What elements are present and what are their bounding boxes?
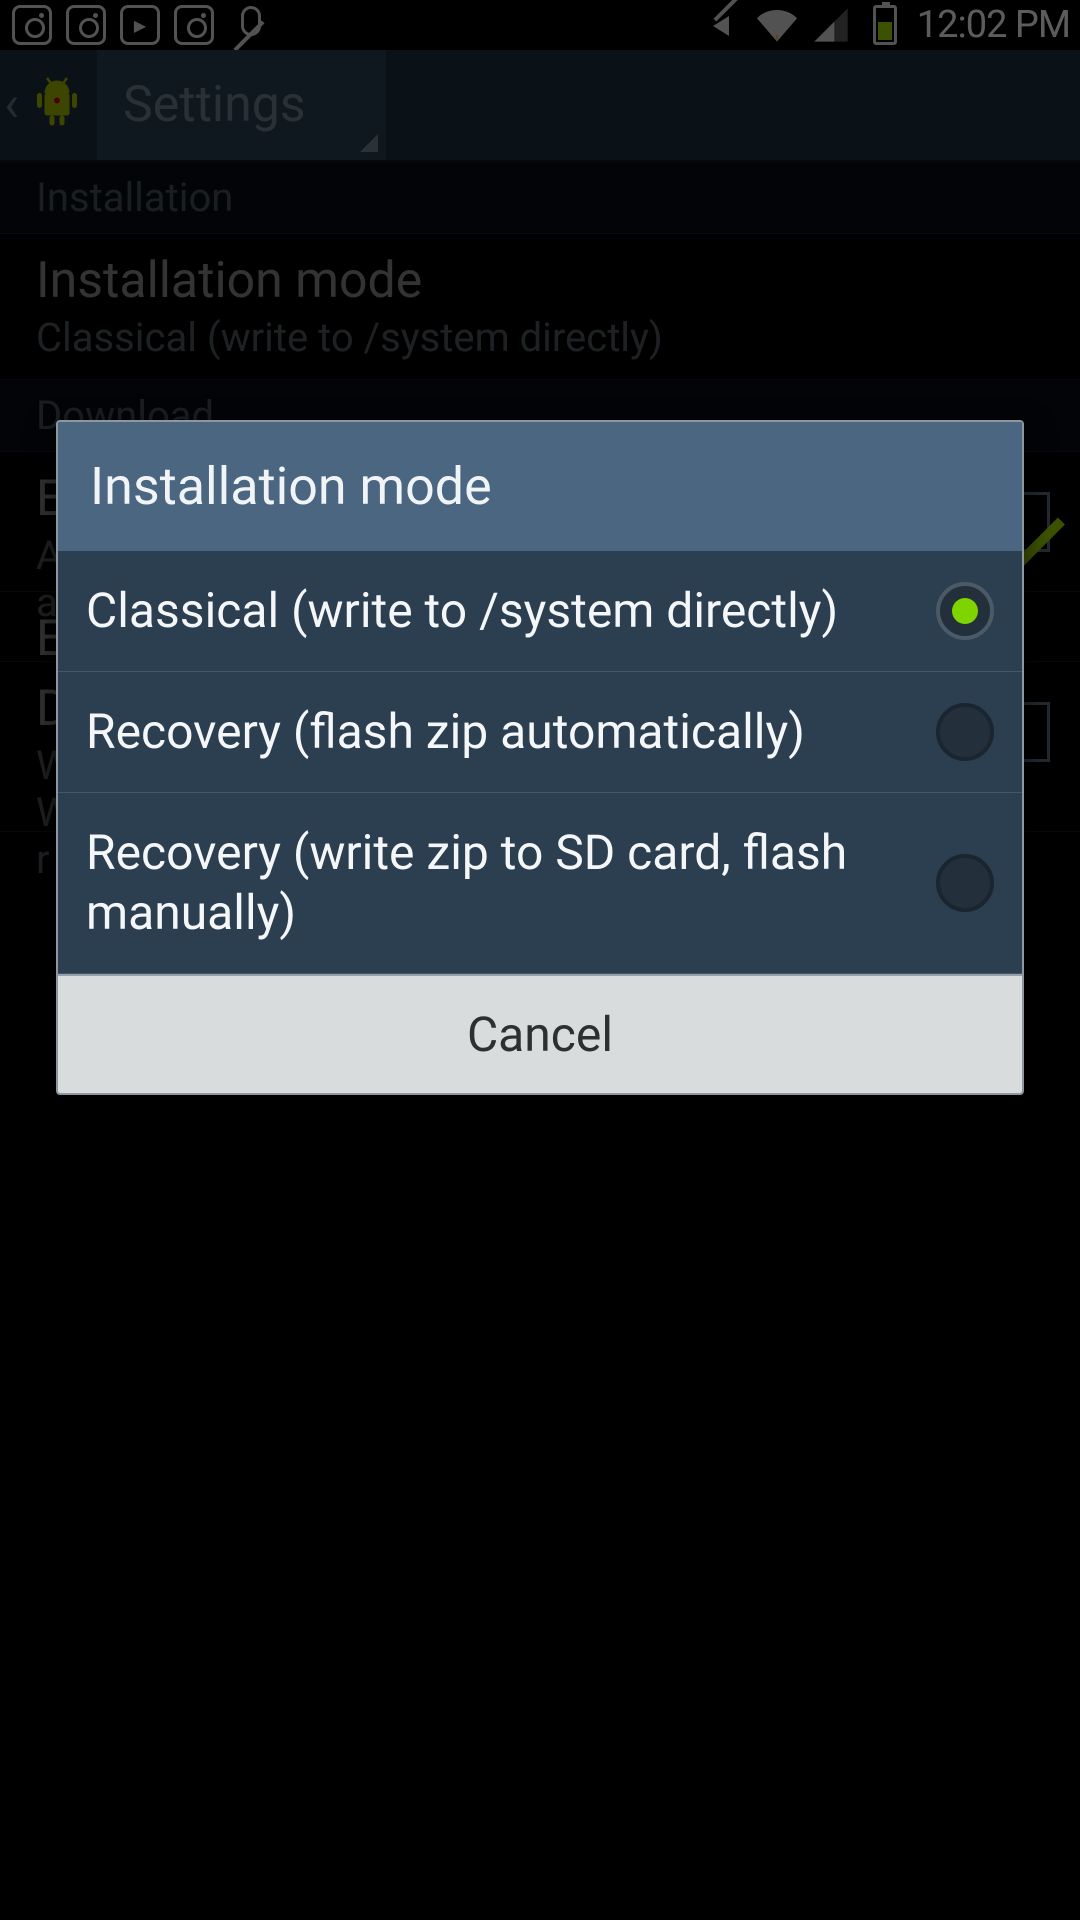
radio-icon xyxy=(936,703,994,761)
option-recovery-auto[interactable]: Recovery (flash zip automatically) xyxy=(58,672,1022,793)
option-recovery-manual[interactable]: Recovery (write zip to SD card, flash ma… xyxy=(58,793,1022,974)
dialog-title: Installation mode xyxy=(58,422,1022,551)
option-label: Recovery (write zip to SD card, flash ma… xyxy=(86,823,916,943)
option-label: Recovery (flash zip automatically) xyxy=(86,702,916,762)
cancel-button[interactable]: Cancel xyxy=(58,974,1022,1093)
installation-mode-dialog: Installation mode Classical (write to /s… xyxy=(56,420,1024,1095)
option-label: Classical (write to /system directly) xyxy=(86,581,916,641)
option-classical[interactable]: Classical (write to /system directly) xyxy=(58,551,1022,672)
radio-icon xyxy=(936,854,994,912)
radio-icon xyxy=(936,582,994,640)
